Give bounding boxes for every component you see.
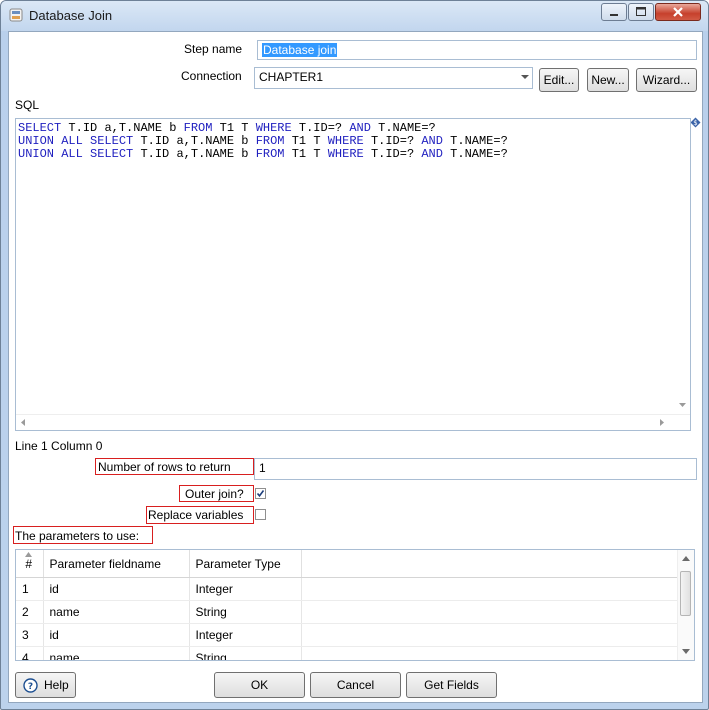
checkmark-icon (256, 490, 265, 498)
outer-join-checkbox[interactable] (255, 488, 266, 499)
column-header-label: Parameter Type (195, 556, 281, 571)
empty-cell (301, 623, 682, 647)
cancel-button[interactable]: Cancel (310, 672, 401, 698)
cursor-position-status: Line 1 Column 0 (15, 439, 103, 453)
row-index: 2 (16, 600, 44, 624)
close-button[interactable] (655, 3, 701, 21)
maximize-icon (636, 7, 646, 16)
ok-button[interactable]: OK (214, 672, 305, 698)
step-name-label: Step name (184, 42, 243, 56)
wizard-button[interactable]: Wizard... (636, 68, 697, 92)
close-icon (673, 7, 683, 17)
row-index: 1 (16, 577, 44, 601)
table-vertical-scrollbar[interactable] (677, 550, 694, 660)
minimize-icon (610, 14, 618, 16)
parameters-table[interactable]: # Parameter fieldname Parameter Type 1 i… (15, 549, 695, 661)
help-button[interactable]: ? Help (15, 672, 76, 698)
sql-line: UNION ALL SELECT T.ID a,T.NAME b FROM T1… (18, 147, 508, 161)
empty-cell (301, 600, 682, 624)
table-header-row: # Parameter fieldname Parameter Type (16, 550, 682, 578)
new-label: New... (591, 73, 625, 87)
connection-combo[interactable]: CHAPTER1 (254, 67, 533, 89)
empty-cell (301, 646, 682, 660)
edit-connection-button[interactable]: Edit... (539, 68, 579, 92)
parameter-fieldname-cell[interactable]: id (43, 623, 190, 647)
rows-to-return-input[interactable]: 1 (254, 458, 697, 480)
app-icon (9, 8, 23, 22)
variable-icon[interactable]: $ (690, 117, 701, 128)
row-index: 3 (16, 623, 44, 647)
column-header-label: # (25, 556, 33, 571)
dialog-body: Step name Database join Connection CHAPT… (8, 31, 703, 703)
scroll-right-icon[interactable] (659, 418, 665, 427)
dialog-window: Database Join Step name Database join Co… (0, 0, 709, 710)
column-header-index[interactable]: # (16, 550, 44, 578)
help-label: Help (44, 678, 69, 692)
ok-label: OK (250, 678, 269, 692)
connection-label: Connection (181, 69, 242, 83)
scroll-thumb[interactable] (680, 571, 691, 616)
sql-line: UNION ALL SELECT T.ID a,T.NAME b FROM T1… (18, 134, 508, 148)
sql-vertical-scrollbar[interactable] (675, 119, 690, 415)
parameter-type-cell[interactable]: String (189, 646, 302, 660)
parameters-label: The parameters to use: (15, 529, 140, 543)
table-row[interactable]: 1 id Integer (16, 577, 682, 601)
column-header-label: Parameter fieldname (49, 556, 161, 571)
parameter-fieldname-cell[interactable]: name (43, 646, 190, 660)
scroll-left-icon[interactable] (20, 418, 26, 427)
table-row[interactable]: 4 name String (16, 646, 682, 660)
new-connection-button[interactable]: New... (587, 68, 629, 92)
parameter-fieldname-cell[interactable]: id (43, 577, 190, 601)
svg-text:$: $ (693, 119, 697, 127)
rows-to-return-label: Number of rows to return (98, 460, 231, 474)
sql-editor[interactable]: SELECT T.ID a,T.NAME b FROM T1 T WHERE T… (15, 118, 691, 431)
get-fields-label: Get Fields (424, 678, 479, 692)
parameter-type-cell[interactable]: String (189, 600, 302, 624)
column-header-spacer (301, 550, 682, 578)
connection-value: CHAPTER1 (259, 70, 324, 84)
cancel-label: Cancel (336, 678, 375, 692)
table-row[interactable]: 3 id Integer (16, 623, 682, 647)
replace-variables-label: Replace variables (148, 508, 244, 522)
scroll-down-icon[interactable] (678, 402, 687, 408)
sql-horizontal-scrollbar[interactable] (16, 414, 690, 430)
row-index: 4 (16, 646, 44, 660)
chevron-down-icon[interactable] (521, 75, 529, 79)
get-fields-button[interactable]: Get Fields (406, 672, 497, 698)
parameter-type-cell[interactable]: Integer (189, 623, 302, 647)
parameter-type-cell[interactable]: Integer (189, 577, 302, 601)
sql-label: SQL (15, 98, 40, 112)
outer-join-label: Outer join? (185, 487, 244, 501)
help-icon: ? (23, 678, 38, 693)
edit-label: Edit... (543, 73, 575, 87)
scroll-up-icon[interactable] (682, 555, 690, 561)
sql-line: SELECT T.ID a,T.NAME b FROM T1 T WHERE T… (18, 121, 436, 135)
scroll-down-icon[interactable] (682, 649, 690, 655)
wizard-label: Wizard... (642, 73, 691, 87)
table-row[interactable]: 2 name String (16, 600, 682, 624)
column-header-fieldname[interactable]: Parameter fieldname (43, 550, 190, 578)
column-header-type[interactable]: Parameter Type (189, 550, 302, 578)
rows-to-return-value: 1 (259, 461, 266, 475)
svg-text:?: ? (28, 682, 33, 692)
minimize-button[interactable] (601, 3, 627, 21)
title-bar[interactable]: Database Join (1, 1, 708, 31)
replace-variables-checkbox[interactable] (255, 509, 266, 520)
window-title: Database Join (29, 8, 113, 23)
step-name-input[interactable]: Database join (257, 40, 697, 60)
parameter-fieldname-cell[interactable]: name (43, 600, 190, 624)
maximize-button[interactable] (628, 3, 654, 21)
step-name-value: Database join (262, 43, 338, 57)
empty-cell (301, 577, 682, 601)
sort-icon (25, 552, 32, 557)
